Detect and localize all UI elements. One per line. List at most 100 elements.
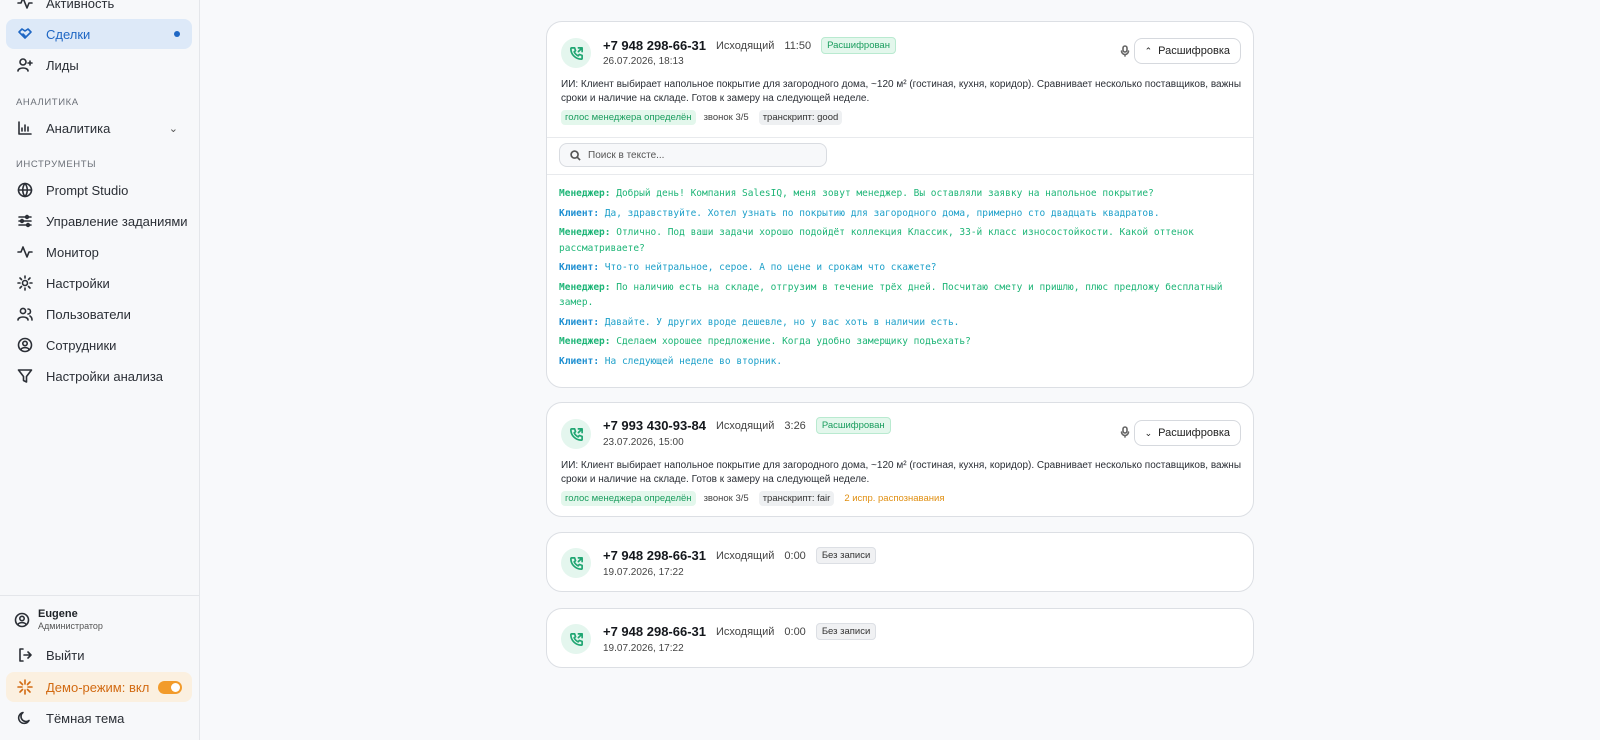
moon-icon: [16, 709, 34, 727]
transcript-line: Менеджер: Сделаем хорошее предложение. К…: [559, 334, 1239, 350]
user-role: Администратор: [38, 621, 103, 631]
sidebar-item-analytics[interactable]: Аналитика ⌄: [6, 113, 192, 143]
tag-call-count: звонок 3/5: [703, 112, 749, 123]
sidebar-item-label: Настройки: [46, 275, 110, 291]
sidebar-item-deals[interactable]: Сделки: [6, 19, 192, 49]
call-duration: 0:00: [784, 549, 806, 562]
sidebar: Активность Сделки Лиды АНАЛИТИКА Аналити…: [0, 0, 200, 740]
user-name: Eugene: [38, 608, 78, 620]
utterance: Давайте. У других вроде дешевле, но у ва…: [604, 316, 960, 328]
transcript: Менеджер: Добрый день! Компания SalesIQ,…: [559, 186, 1239, 373]
sidebar-divider: [0, 595, 199, 596]
call-duration: 3:26: [784, 419, 806, 432]
sidebar-item-employees[interactable]: Сотрудники: [6, 330, 192, 360]
phone-outgoing-icon: [561, 38, 591, 68]
call-tags: голос менеджера определён звонок 3/5 тра…: [561, 110, 848, 125]
dark-theme-label: Тёмная тема: [46, 710, 125, 726]
tag-recognition-fixes: 2 испр. распознавания: [844, 493, 945, 504]
sidebar-item-label: Пользователи: [46, 306, 131, 322]
speaker-label: Клиент:: [559, 262, 600, 273]
sidebar-item-label: Настройки анализа: [46, 368, 164, 384]
transcript-search[interactable]: [559, 143, 827, 167]
transcript-line: Менеджер: Добрый день! Компания SalesIQ,…: [559, 186, 1239, 202]
sidebar-item-label: Активность: [46, 0, 115, 11]
call-phone-number: +7 993 430-93-84: [603, 418, 707, 433]
user-plus-icon: [16, 56, 34, 74]
speaker-label: Менеджер:: [559, 281, 611, 293]
tag-transcript-quality: транскрипт: good: [758, 110, 843, 125]
call-card: +7 948 298-66-31 Исходящий 0:00 Без запи…: [546, 532, 1254, 592]
status-badge: Расшифрован: [815, 417, 891, 434]
sidebar-item-jobs[interactable]: Управление заданиями: [6, 206, 192, 236]
speaker-label: Клиент:: [559, 207, 600, 219]
transcript-line: Клиент: Да, здравствуйте. Хотел узнать п…: [559, 206, 1239, 222]
sidebar-item-activity[interactable]: Активность: [6, 0, 192, 18]
transcript-button-label: Расшифровка: [1158, 45, 1230, 57]
globe-icon: [16, 181, 34, 199]
section-label-tools: ИНСТРУМЕНТЫ: [16, 159, 97, 170]
filter-icon: [16, 367, 34, 385]
speaker-label: Клиент:: [559, 316, 600, 328]
logout-button[interactable]: Выйти: [6, 640, 192, 670]
call-tags: голос менеджера определён звонок 3/5 тра…: [561, 491, 954, 506]
transcript-line: Клиент: Что-то нейтральное, серое. А по …: [559, 260, 1239, 276]
sidebar-item-monitor[interactable]: Монитор: [6, 237, 192, 267]
phone-outgoing-icon: [561, 548, 591, 578]
search-input[interactable]: [588, 149, 808, 161]
speaker-label: Менеджер:: [559, 227, 611, 238]
tag-voice-detected: голос менеджера определён: [561, 110, 696, 125]
user-circle-icon: [14, 612, 30, 628]
transcript-button-label: Расшифровка: [1158, 427, 1230, 439]
call-direction: Исходящий: [716, 549, 775, 562]
bar-chart-icon: [16, 119, 34, 137]
microphone-icon[interactable]: [1119, 426, 1133, 440]
call-direction: Исходящий: [716, 39, 775, 52]
call-direction: Исходящий: [716, 625, 775, 638]
sidebar-item-label: Монитор: [46, 244, 99, 260]
chevron-down-icon: ⌄: [1144, 427, 1153, 438]
utterance: По наличию есть на складе, отгрузим в те…: [559, 281, 1223, 309]
sidebar-item-settings[interactable]: Настройки: [6, 268, 192, 298]
section-label-analytics: АНАЛИТИКА: [16, 97, 79, 108]
call-card: +7 948 298-66-31 Исходящий 11:50 Расшифр…: [546, 21, 1254, 388]
call-date: 19.07.2026, 17:22: [603, 567, 684, 578]
demo-mode-toggle[interactable]: Демо-режим: вкл: [6, 672, 192, 702]
call-phone-number: +7 948 298-66-31: [603, 548, 707, 563]
call-duration: 11:50: [784, 39, 812, 52]
call-card: +7 993 430-93-84 Исходящий 3:26 Расшифро…: [546, 402, 1254, 517]
sliders-icon: [16, 212, 34, 230]
transcript-line: Клиент: Давайте. У других вроде дешевле,…: [559, 315, 1239, 331]
sidebar-item-analysis-settings[interactable]: Настройки анализа: [6, 361, 192, 391]
sparkle-icon: [16, 678, 34, 696]
demo-toggle-switch[interactable]: [158, 680, 182, 694]
transcript-toggle-button[interactable]: ⌄ Расшифровка: [1133, 420, 1241, 446]
tag-voice-detected: голос менеджера определён: [561, 491, 696, 506]
sidebar-item-leads[interactable]: Лиды: [6, 50, 192, 80]
sidebar-item-label: Аналитика: [46, 120, 111, 136]
utterance: Что-то нейтральное, серое. А по цене и с…: [604, 262, 937, 273]
user-profile[interactable]: Eugene Администратор: [14, 608, 103, 631]
speaker-label: Менеджер:: [559, 336, 611, 347]
call-date: 19.07.2026, 17:22: [603, 643, 684, 654]
sidebar-item-label: Prompt Studio: [46, 182, 129, 198]
gear-icon: [16, 274, 34, 292]
active-dot: [174, 31, 180, 37]
transcript-toggle-button[interactable]: ⌃ Расшифровка: [1133, 38, 1241, 64]
call-date: 26.07.2026, 18:13: [603, 56, 684, 67]
phone-outgoing-icon: [561, 624, 591, 654]
ai-summary: ИИ: Клиент выбирает напольное покрытие д…: [561, 79, 1241, 104]
call-direction: Исходящий: [716, 419, 775, 432]
search-icon: [570, 149, 581, 161]
ai-summary: ИИ: Клиент выбирает напольное покрытие д…: [561, 460, 1241, 485]
speaker-label: Клиент:: [559, 355, 600, 367]
utterance: Да, здравствуйте. Хотел узнать по покрыт…: [604, 207, 1160, 219]
speaker-label: Менеджер:: [559, 188, 611, 199]
call-duration: 0:00: [784, 625, 806, 638]
divider: [547, 137, 1253, 138]
microphone-icon[interactable]: [1119, 45, 1133, 59]
dark-theme-button[interactable]: Тёмная тема: [6, 703, 192, 733]
sidebar-item-users[interactable]: Пользователи: [6, 299, 192, 329]
sidebar-item-prompt-studio[interactable]: Prompt Studio: [6, 175, 192, 205]
pulse-icon: [16, 243, 34, 261]
logout-label: Выйти: [46, 647, 85, 663]
